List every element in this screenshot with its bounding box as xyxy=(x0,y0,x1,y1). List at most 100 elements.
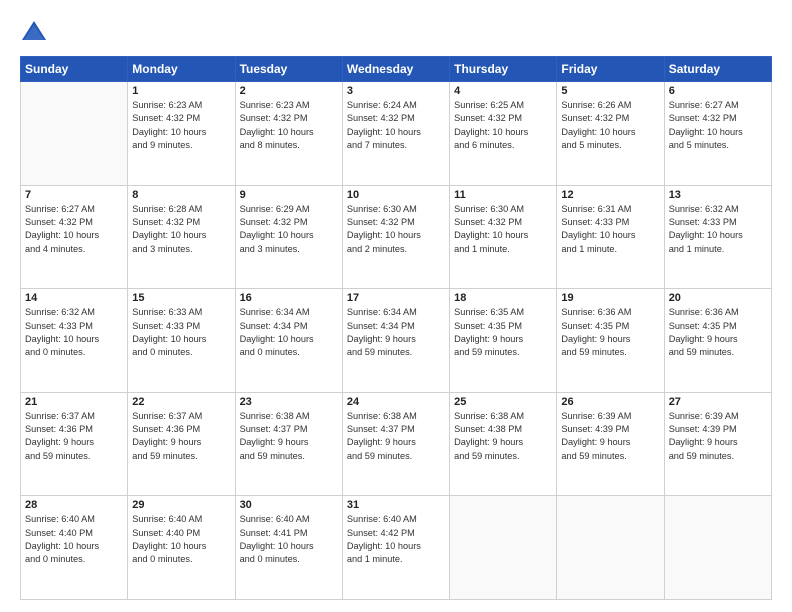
day-info: Sunrise: 6:38 AM Sunset: 4:37 PM Dayligh… xyxy=(240,410,338,463)
day-info: Sunrise: 6:32 AM Sunset: 4:33 PM Dayligh… xyxy=(25,306,123,359)
day-info: Sunrise: 6:40 AM Sunset: 4:42 PM Dayligh… xyxy=(347,513,445,566)
day-number: 16 xyxy=(240,292,338,304)
calendar-cell: 5 Sunrise: 6:26 AM Sunset: 4:32 PM Daylig… xyxy=(557,82,664,186)
calendar-cell: 7 Sunrise: 6:27 AM Sunset: 4:32 PM Daylig… xyxy=(21,185,128,289)
logo xyxy=(20,18,52,46)
day-number: 25 xyxy=(454,396,552,408)
day-info: Sunrise: 6:30 AM Sunset: 4:32 PM Dayligh… xyxy=(347,203,445,256)
day-info: Sunrise: 6:36 AM Sunset: 4:35 PM Dayligh… xyxy=(561,306,659,359)
day-info: Sunrise: 6:27 AM Sunset: 4:32 PM Dayligh… xyxy=(669,99,767,152)
day-number: 24 xyxy=(347,396,445,408)
day-info: Sunrise: 6:33 AM Sunset: 4:33 PM Dayligh… xyxy=(132,306,230,359)
calendar-week-row: 7 Sunrise: 6:27 AM Sunset: 4:32 PM Daylig… xyxy=(21,185,772,289)
day-info: Sunrise: 6:35 AM Sunset: 4:35 PM Dayligh… xyxy=(454,306,552,359)
day-number: 4 xyxy=(454,85,552,97)
calendar-header-row: SundayMondayTuesdayWednesdayThursdayFrid… xyxy=(21,57,772,82)
calendar-cell: 4 Sunrise: 6:25 AM Sunset: 4:32 PM Daylig… xyxy=(450,82,557,186)
day-info: Sunrise: 6:38 AM Sunset: 4:37 PM Dayligh… xyxy=(347,410,445,463)
day-info: Sunrise: 6:31 AM Sunset: 4:33 PM Dayligh… xyxy=(561,203,659,256)
day-number: 2 xyxy=(240,85,338,97)
calendar-cell: 3 Sunrise: 6:24 AM Sunset: 4:32 PM Daylig… xyxy=(342,82,449,186)
weekday-header-sunday: Sunday xyxy=(21,57,128,82)
day-info: Sunrise: 6:24 AM Sunset: 4:32 PM Dayligh… xyxy=(347,99,445,152)
calendar-week-row: 14Sunrise: 6:32 AM Sunset: 4:33 PM Dayli… xyxy=(21,289,772,393)
day-number: 12 xyxy=(561,189,659,201)
day-number: 13 xyxy=(669,189,767,201)
day-info: Sunrise: 6:40 AM Sunset: 4:41 PM Dayligh… xyxy=(240,513,338,566)
calendar-cell: 30 Sunrise: 6:40 AM Sunset: 4:41 PM Dayli… xyxy=(235,496,342,600)
day-info: Sunrise: 6:34 AM Sunset: 4:34 PM Dayligh… xyxy=(347,306,445,359)
calendar-cell xyxy=(664,496,771,600)
day-number: 23 xyxy=(240,396,338,408)
calendar-cell: 1 Sunrise: 6:23 AM Sunset: 4:32 PM Daylig… xyxy=(128,82,235,186)
calendar-cell xyxy=(21,82,128,186)
day-number: 15 xyxy=(132,292,230,304)
weekday-header-saturday: Saturday xyxy=(664,57,771,82)
day-number: 6 xyxy=(669,85,767,97)
day-info: Sunrise: 6:38 AM Sunset: 4:38 PM Dayligh… xyxy=(454,410,552,463)
calendar-cell: 13 Sunrise: 6:32 AM Sunset: 4:33 PM Dayli… xyxy=(664,185,771,289)
calendar-cell: 16 Sunrise: 6:34 AM Sunset: 4:34 PM Dayli… xyxy=(235,289,342,393)
calendar-cell: 31 Sunrise: 6:40 AM Sunset: 4:42 PM Dayli… xyxy=(342,496,449,600)
calendar-cell: 10 Sunrise: 6:30 AM Sunset: 4:32 PM Dayli… xyxy=(342,185,449,289)
calendar-cell: 6 Sunrise: 6:27 AM Sunset: 4:32 PM Daylig… xyxy=(664,82,771,186)
header xyxy=(20,18,772,46)
logo-icon xyxy=(20,18,48,46)
calendar-cell: 23 Sunrise: 6:38 AM Sunset: 4:37 PM Dayli… xyxy=(235,392,342,496)
day-number: 11 xyxy=(454,189,552,201)
calendar-cell: 24 Sunrise: 6:38 AM Sunset: 4:37 PM Dayli… xyxy=(342,392,449,496)
day-number: 5 xyxy=(561,85,659,97)
day-info: Sunrise: 6:37 AM Sunset: 4:36 PM Dayligh… xyxy=(132,410,230,463)
day-number: 27 xyxy=(669,396,767,408)
day-info: Sunrise: 6:39 AM Sunset: 4:39 PM Dayligh… xyxy=(561,410,659,463)
day-info: Sunrise: 6:36 AM Sunset: 4:35 PM Dayligh… xyxy=(669,306,767,359)
day-number: 19 xyxy=(561,292,659,304)
day-info: Sunrise: 6:23 AM Sunset: 4:32 PM Dayligh… xyxy=(132,99,230,152)
day-info: Sunrise: 6:25 AM Sunset: 4:32 PM Dayligh… xyxy=(454,99,552,152)
day-number: 22 xyxy=(132,396,230,408)
day-number: 8 xyxy=(132,189,230,201)
day-number: 3 xyxy=(347,85,445,97)
calendar-week-row: 1 Sunrise: 6:23 AM Sunset: 4:32 PM Daylig… xyxy=(21,82,772,186)
calendar-cell: 11 Sunrise: 6:30 AM Sunset: 4:32 PM Dayli… xyxy=(450,185,557,289)
day-number: 29 xyxy=(132,499,230,511)
day-info: Sunrise: 6:34 AM Sunset: 4:34 PM Dayligh… xyxy=(240,306,338,359)
page: SundayMondayTuesdayWednesdayThursdayFrid… xyxy=(0,0,792,612)
day-info: Sunrise: 6:40 AM Sunset: 4:40 PM Dayligh… xyxy=(132,513,230,566)
day-number: 10 xyxy=(347,189,445,201)
calendar-cell: 18 Sunrise: 6:35 AM Sunset: 4:35 PM Dayli… xyxy=(450,289,557,393)
day-number: 7 xyxy=(25,189,123,201)
day-info: Sunrise: 6:28 AM Sunset: 4:32 PM Dayligh… xyxy=(132,203,230,256)
day-number: 18 xyxy=(454,292,552,304)
day-number: 28 xyxy=(25,499,123,511)
calendar-week-row: 21 Sunrise: 6:37 AM Sunset: 4:36 PM Dayli… xyxy=(21,392,772,496)
calendar-cell: 8 Sunrise: 6:28 AM Sunset: 4:32 PM Daylig… xyxy=(128,185,235,289)
weekday-header-thursday: Thursday xyxy=(450,57,557,82)
calendar-cell: 25 Sunrise: 6:38 AM Sunset: 4:38 PM Dayli… xyxy=(450,392,557,496)
calendar-cell: 27 Sunrise: 6:39 AM Sunset: 4:39 PM Dayli… xyxy=(664,392,771,496)
weekday-header-monday: Monday xyxy=(128,57,235,82)
day-info: Sunrise: 6:32 AM Sunset: 4:33 PM Dayligh… xyxy=(669,203,767,256)
day-info: Sunrise: 6:27 AM Sunset: 4:32 PM Dayligh… xyxy=(25,203,123,256)
weekday-header-friday: Friday xyxy=(557,57,664,82)
calendar-cell: 29 Sunrise: 6:40 AM Sunset: 4:40 PM Dayli… xyxy=(128,496,235,600)
calendar-cell: 14Sunrise: 6:32 AM Sunset: 4:33 PM Dayli… xyxy=(21,289,128,393)
calendar-cell: 2 Sunrise: 6:23 AM Sunset: 4:32 PM Daylig… xyxy=(235,82,342,186)
day-number: 9 xyxy=(240,189,338,201)
day-number: 1 xyxy=(132,85,230,97)
calendar-cell: 19 Sunrise: 6:36 AM Sunset: 4:35 PM Dayli… xyxy=(557,289,664,393)
calendar-cell: 26Sunrise: 6:39 AM Sunset: 4:39 PM Dayli… xyxy=(557,392,664,496)
day-info: Sunrise: 6:39 AM Sunset: 4:39 PM Dayligh… xyxy=(669,410,767,463)
calendar-table: SundayMondayTuesdayWednesdayThursdayFrid… xyxy=(20,56,772,600)
calendar-cell: 20Sunrise: 6:36 AM Sunset: 4:35 PM Dayli… xyxy=(664,289,771,393)
weekday-header-wednesday: Wednesday xyxy=(342,57,449,82)
day-info: Sunrise: 6:26 AM Sunset: 4:32 PM Dayligh… xyxy=(561,99,659,152)
day-number: 30 xyxy=(240,499,338,511)
day-info: Sunrise: 6:30 AM Sunset: 4:32 PM Dayligh… xyxy=(454,203,552,256)
day-number: 31 xyxy=(347,499,445,511)
day-info: Sunrise: 6:37 AM Sunset: 4:36 PM Dayligh… xyxy=(25,410,123,463)
calendar-cell: 12 Sunrise: 6:31 AM Sunset: 4:33 PM Dayli… xyxy=(557,185,664,289)
day-number: 21 xyxy=(25,396,123,408)
day-number: 17 xyxy=(347,292,445,304)
day-info: Sunrise: 6:23 AM Sunset: 4:32 PM Dayligh… xyxy=(240,99,338,152)
